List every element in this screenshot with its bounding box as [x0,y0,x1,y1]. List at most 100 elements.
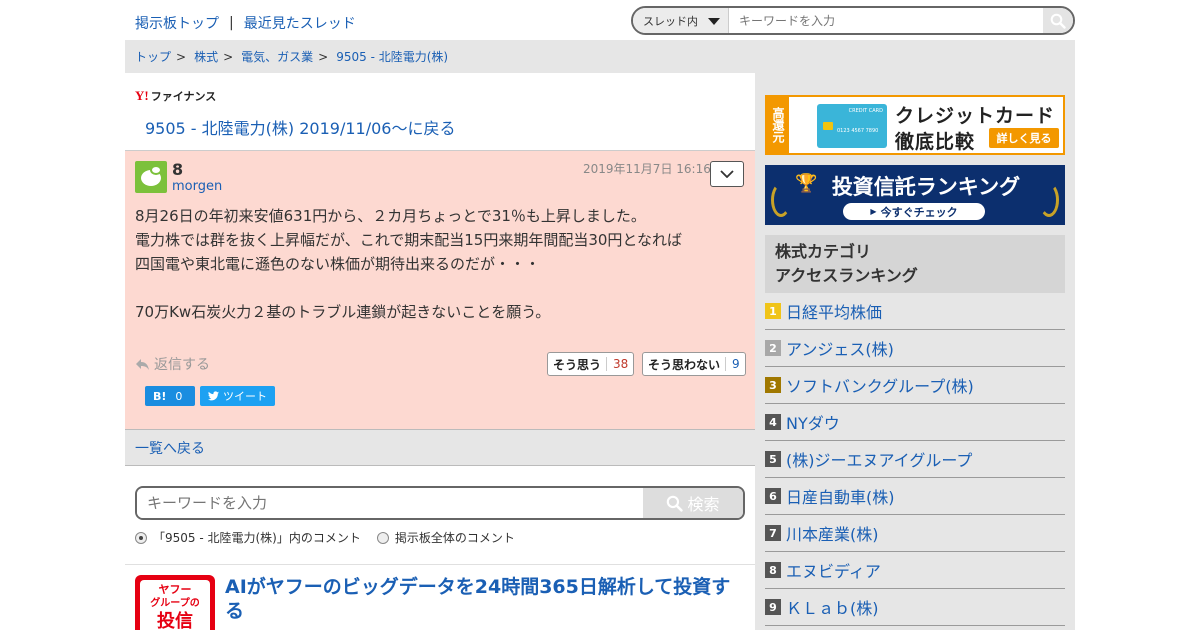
hatena-bookmark-button[interactable]: B! 0 [145,386,195,406]
breadcrumb-separator: > [318,49,329,64]
comment-post: 8 morgen 2019年11月7日 16:16 8月26日の年初来安値631… [125,150,755,430]
promo-image-line: グループの [150,598,200,609]
ranking-item[interactable]: 4 NYダウ [765,404,1065,441]
rank-name[interactable]: アンジェス(株) [786,336,894,360]
post-date: 2019年11月7日 16:16 [583,162,711,176]
promo-title[interactable]: AIがヤフーのビッグデータを24時間365日解析して投資する [225,575,745,623]
yahoo-finance-logo[interactable]: Y! ファイナンス [135,88,216,104]
logo-mark: Y! [135,88,149,103]
rank-name[interactable]: エヌビディア [786,558,881,582]
post-menu-button[interactable] [710,161,744,187]
fund-ranking-ad[interactable]: 🏆 投資信託ランキング ▶ 今すぐチェック [765,165,1065,225]
scope-all-option[interactable]: 掲示板全体のコメント [376,529,515,546]
sidebar: 高還元 CREDIT CARD 0123 4567 7890 クレジットカード … [755,73,1075,630]
rank-badge: 8 [765,562,781,578]
breadcrumb-stocks[interactable]: 株式 [194,48,218,65]
search-button-label: 検索 [687,495,720,514]
breadcrumb-top[interactable]: トップ [135,48,171,65]
back-to-thread-link[interactable]: 9505 - 北陸電力(株) 2019/11/06〜に戻る [145,115,455,139]
rank-badge: 2 [765,340,781,356]
top-search-bar: スレッド内 [631,6,1075,35]
ranking-item[interactable]: 9 ＫＬａｂ(株) [765,589,1065,626]
fund-ad-button-label: 今すぐチェック [880,205,958,219]
post-body: 8月26日の年初来安値631円から、２カ月ちょっとで31％も上昇しました。 電力… [135,204,745,324]
ranking-item[interactable]: 5 (株)ジーエヌアイグループ [765,441,1065,478]
nav-separator: | [229,15,234,31]
rank-name[interactable]: (株)ジーエヌアイグループ [786,447,972,471]
recent-threads-link[interactable]: 最近見たスレッド [244,13,356,33]
post-line: 70万Kw石炭火力２基のトラブル連鎖が起きないことを願う。 [135,303,551,321]
card-number-text: 0123 4567 7890 [837,128,879,134]
promo-banner[interactable]: ヤフー グループの 投信 AIがヤフーのビッグデータを24時間365日解析して投… [125,564,755,630]
twitter-bird-icon [208,391,219,401]
post-line: 電力株では群を抜く上昇幅だが、これで期末配当15円来期年間配当30円となれば [135,231,682,249]
card-brand-text: CREDIT CARD [848,108,883,114]
ranking-item[interactable]: 6 日産自動車(株) [765,478,1065,515]
ad-tag: 高還元 [767,97,789,153]
card-ad-more-button[interactable]: 詳しく見る [989,128,1059,148]
rank-name[interactable]: 日経平均株価 [786,299,882,323]
breadcrumb-separator: > [176,49,187,64]
ranking-item[interactable]: 1 日経平均株価 [765,293,1065,330]
search-scope-label: スレッド内 [643,14,698,28]
list-back-bar: 一覧へ戻る [125,430,755,466]
rank-badge: 6 [765,488,781,504]
card-chip-icon [823,122,833,130]
board-top-link[interactable]: 掲示板トップ [135,13,219,33]
hatena-count: 0 [175,389,183,403]
back-to-list-link[interactable]: 一覧へ戻る [135,438,205,458]
scope-all-label: 掲示板全体のコメント [394,531,515,545]
promo-image-text: ヤフー グループの 投信 [140,580,210,630]
ranking-item[interactable]: 3 ソフトバンクグループ(株) [765,367,1065,404]
ranking-item[interactable]: 8 エヌビディア [765,552,1065,589]
comment-search-button[interactable]: 検索 [643,488,743,518]
disagree-count: 9 [725,357,745,371]
tweet-label: ツイート [223,390,267,403]
radio-unselected-icon[interactable] [376,531,389,544]
breadcrumb-separator: > [223,49,234,64]
ranking-item[interactable]: 2 アンジェス(株) [765,330,1065,367]
breadcrumb-stock-9505[interactable]: 9505 - 北陸電力(株) [336,48,448,65]
hatena-icon: B! [153,389,167,403]
rank-name[interactable]: ＫＬａｂ(株) [786,595,879,619]
search-scope-select[interactable]: スレッド内 [633,8,729,33]
rank-badge: 4 [765,414,781,430]
radio-selected-icon[interactable] [135,531,147,544]
rank-name[interactable]: NYダウ [786,410,840,434]
comment-search-bar: 検索 [135,486,745,520]
post-number: 8 [172,160,184,179]
breadcrumb-electric-gas[interactable]: 電気、ガス業 [241,48,313,65]
promo-image-line: ヤフー [158,583,192,596]
rank-name[interactable]: ソフトバンクグループ(株) [786,373,974,397]
ranking-item[interactable]: 7 川本産業(株) [765,515,1065,552]
top-search-input[interactable] [729,8,1043,33]
post-author[interactable]: morgen [172,179,222,194]
ranking-list: 1 日経平均株価 2 アンジェス(株) 3 ソフトバンクグループ(株) 4 NY… [765,293,1065,626]
credit-card-ad[interactable]: 高還元 CREDIT CARD 0123 4567 7890 クレジットカード … [765,95,1065,155]
tweet-button[interactable]: ツイート [200,386,275,406]
rank-badge: 9 [765,599,781,615]
agree-button[interactable]: そう思う 38 [547,352,635,376]
chevron-down-icon [720,170,734,178]
main-column: Y! ファイナンス 9505 - 北陸電力(株) 2019/11/06〜に戻る … [125,73,755,630]
post-line: 四国電や東北電に遜色のない株価が期待出来るのだが・・・ [135,255,541,273]
reply-label: 返信する [154,357,210,373]
top-search-button[interactable] [1043,8,1073,33]
disagree-button[interactable]: そう思わない 9 [642,352,746,376]
scope-thread-option[interactable]: 「9505 - 北陸電力(株)」内のコメント [135,529,361,546]
reply-button[interactable]: 返信する [135,354,210,374]
logo-text: ファイナンス [150,90,217,103]
fund-ad-check-button[interactable]: ▶ 今すぐチェック [843,203,985,220]
agree-label: そう思う [553,357,602,372]
arrow-right-icon: ▶ [870,207,877,216]
rank-badge: 3 [765,377,781,393]
search-icon [1050,13,1066,29]
ranking-header: 株式カテゴリ アクセスランキング [765,235,1065,293]
avatar[interactable] [135,161,167,193]
rank-name[interactable]: 日産自動車(株) [786,484,895,508]
comment-search-input[interactable] [137,488,643,518]
rank-name[interactable]: 川本産業(株) [786,521,879,545]
rank-badge: 7 [765,525,781,541]
credit-card-icon: CREDIT CARD 0123 4567 7890 [817,104,887,148]
